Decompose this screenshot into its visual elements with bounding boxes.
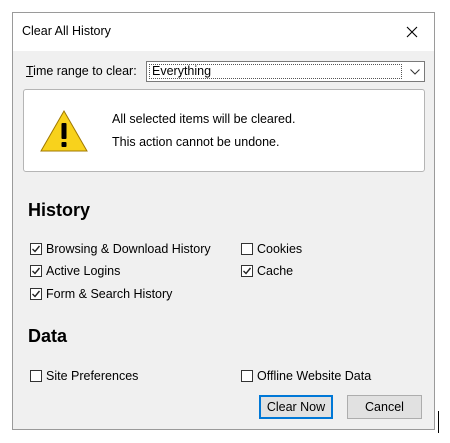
checkbox-site-preferences[interactable]: Site Preferences bbox=[30, 369, 138, 383]
time-range-label: Time range to clear: bbox=[26, 64, 137, 78]
data-heading: Data bbox=[28, 326, 68, 346]
close-button[interactable] bbox=[390, 13, 434, 51]
checkbox-label: Browsing & Download History bbox=[46, 242, 211, 256]
checkbox-box[interactable] bbox=[241, 243, 253, 255]
title-bar: Clear All History bbox=[13, 13, 434, 51]
window-title: Clear All History bbox=[22, 24, 111, 38]
dropdown-button[interactable] bbox=[405, 62, 424, 81]
checkbox-box[interactable] bbox=[30, 265, 42, 277]
time-range-row: Time range to clear: Everything bbox=[26, 61, 426, 83]
checkbox-box[interactable] bbox=[241, 370, 253, 382]
checkbox-label: Form & Search History bbox=[46, 287, 173, 301]
warning-icon bbox=[40, 110, 88, 152]
checkmark-icon bbox=[243, 267, 252, 275]
clear-history-dialog: Clear All History Time range to clear: E… bbox=[12, 12, 435, 430]
cancel-button[interactable]: Cancel bbox=[347, 395, 422, 419]
time-range-select[interactable]: Everything bbox=[146, 61, 425, 82]
checkbox-box[interactable] bbox=[30, 243, 42, 255]
checkbox-label: Offline Website Data bbox=[257, 369, 372, 383]
history-heading: History bbox=[28, 200, 91, 220]
chevron-down-icon bbox=[409, 68, 420, 75]
checkmark-icon bbox=[32, 290, 41, 298]
checkmark-icon bbox=[32, 245, 41, 253]
checkbox-form-search-history[interactable]: Form & Search History bbox=[30, 287, 172, 301]
checkbox-label: Site Preferences bbox=[46, 369, 139, 383]
checkbox-label: Active Logins bbox=[46, 264, 121, 278]
checkbox-box[interactable] bbox=[241, 265, 253, 277]
checkbox-active-logins[interactable]: Active Logins bbox=[30, 264, 120, 278]
checkbox-box[interactable] bbox=[30, 370, 42, 382]
warning-text-line-1: All selected items will be cleared. bbox=[112, 112, 296, 126]
warning-text-line-2: This action cannot be undone. bbox=[112, 135, 280, 149]
checkbox-cache[interactable]: Cache bbox=[241, 264, 293, 278]
checkbox-browsing-download-history[interactable]: Browsing & Download History bbox=[30, 242, 211, 256]
time-range-value: Everything bbox=[149, 64, 402, 79]
checkbox-cookies[interactable]: Cookies bbox=[241, 242, 302, 256]
warning-box: All selected items will be cleared. This… bbox=[23, 89, 425, 172]
checkbox-label: Cache bbox=[257, 264, 294, 278]
clear-now-button[interactable]: Clear Now bbox=[259, 395, 333, 419]
checkbox-box[interactable] bbox=[30, 288, 42, 300]
close-icon bbox=[406, 26, 418, 38]
text-cursor bbox=[438, 411, 439, 433]
checkmark-icon bbox=[32, 267, 41, 275]
checkbox-label: Cookies bbox=[257, 242, 303, 256]
checkbox-offline-website-data[interactable]: Offline Website Data bbox=[241, 369, 371, 383]
